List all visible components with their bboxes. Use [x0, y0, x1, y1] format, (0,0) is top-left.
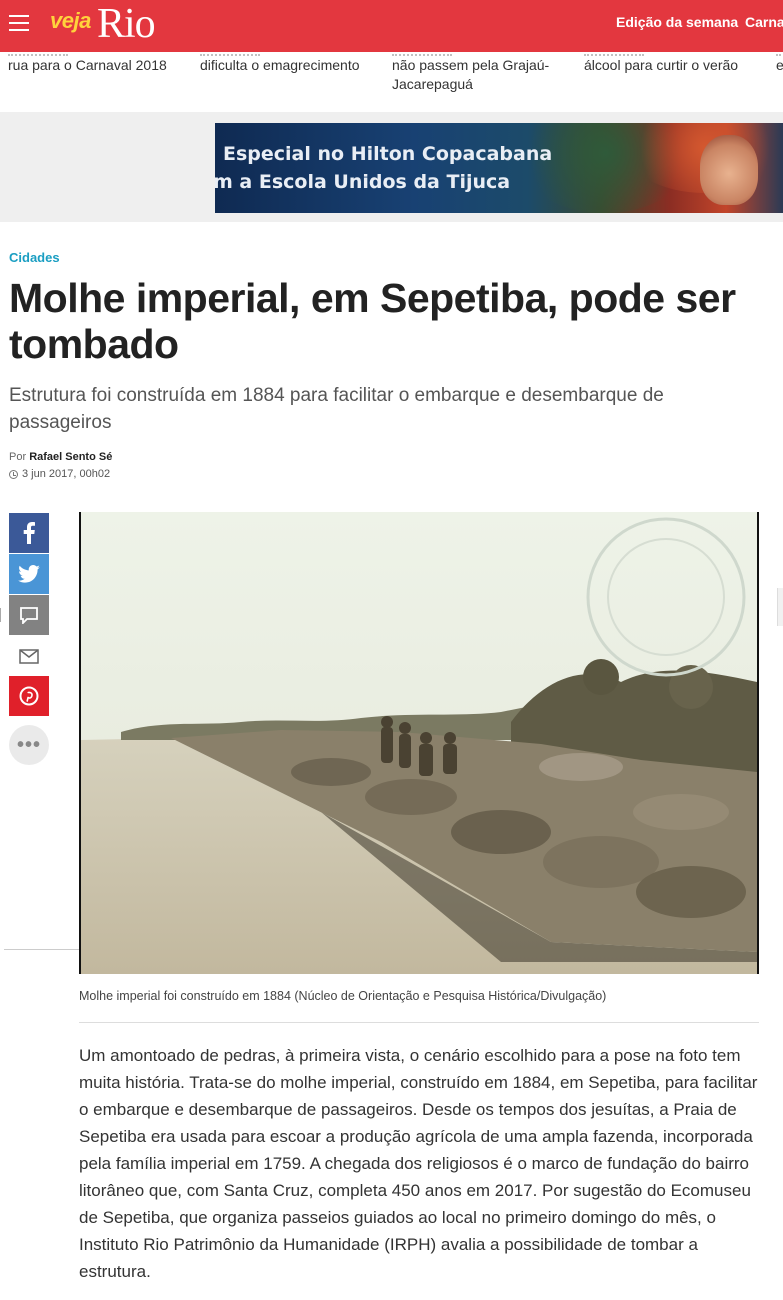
top-header: veja Rio Edição da semana Carna	[0, 0, 783, 52]
article-photo[interactable]	[79, 512, 759, 974]
divider	[79, 1022, 759, 1023]
logo-veja: veja	[50, 8, 91, 33]
related-article-link[interactable]: álcool para curtir o verão	[584, 54, 764, 75]
ad-text-line: m a Escola Unidos da Tijuca	[215, 171, 511, 193]
share-pinterest-button[interactable]	[9, 676, 49, 716]
ad-banner[interactable]: Especial no Hilton Copacabana m a Escola…	[215, 123, 783, 213]
facebook-icon	[23, 522, 35, 544]
nav-edicao-da-semana[interactable]: Edição da semana	[616, 14, 738, 30]
carousel-right-edge[interactable]	[777, 588, 783, 626]
publish-date-text: 3 jun 2017, 00h02	[22, 468, 111, 480]
byline-prefix: Por	[9, 451, 27, 463]
author-name[interactable]: Rafael Sento Sé	[29, 451, 112, 463]
related-article-link[interactable]: rua para o Carnaval 2018	[8, 54, 188, 75]
related-article-link[interactable]: e B	[776, 54, 783, 75]
nav-carnaval[interactable]: Carna	[745, 14, 783, 30]
publish-date: 3 jun 2017, 00h02	[9, 468, 110, 480]
share-email-button[interactable]	[9, 636, 49, 676]
section-label[interactable]: Cidades	[9, 250, 60, 265]
comment-icon	[20, 606, 38, 624]
logo-rio: Rio	[97, 1, 156, 47]
byline: Por Rafael Sento Sé	[9, 451, 112, 463]
molhe-photo	[81, 512, 757, 974]
divider	[4, 949, 79, 950]
more-icon: •••	[16, 734, 41, 756]
clock-icon	[9, 469, 18, 479]
related-articles-strip: rua para o Carnaval 2018 dificulta o ema…	[0, 52, 783, 112]
share-facebook-button[interactable]	[9, 513, 49, 553]
related-article-link[interactable]: dificulta o emagrecimento	[200, 54, 380, 75]
twitter-icon	[18, 565, 40, 583]
article-headline: Molhe imperial, em Sepetiba, pode ser to…	[9, 275, 736, 367]
article-body: Um amontoado de pedras, à primeira vista…	[79, 1046, 758, 1281]
ad-text-line: Especial no Hilton Copacabana	[223, 143, 553, 165]
ad-dancer-image	[700, 135, 758, 205]
carousel-left-edge	[0, 608, 4, 622]
share-more-button[interactable]: •••	[9, 725, 49, 765]
pinterest-icon	[19, 686, 39, 706]
menu-icon[interactable]	[9, 15, 29, 31]
photo-caption: Molhe imperial foi construído em 1884 (N…	[79, 989, 607, 1003]
related-article-link[interactable]: não passem pela Grajaú-Jacarepaguá	[392, 54, 572, 94]
ad-area: Especial no Hilton Copacabana m a Escola…	[0, 112, 783, 222]
share-twitter-button[interactable]	[9, 554, 49, 594]
share-comment-button[interactable]	[9, 595, 49, 635]
email-icon	[19, 648, 39, 664]
article-subtitle: Estrutura foi construída em 1884 para fa…	[9, 385, 664, 433]
